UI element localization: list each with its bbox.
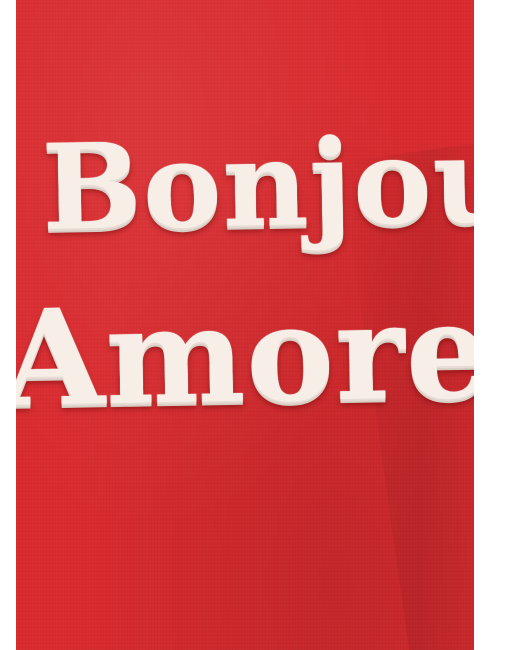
fabric-photo: Bonjou Amore [16,0,474,650]
embroidered-text-line-2: Amore [16,273,474,437]
embroidered-text-line-1: Bonjou [40,109,474,257]
